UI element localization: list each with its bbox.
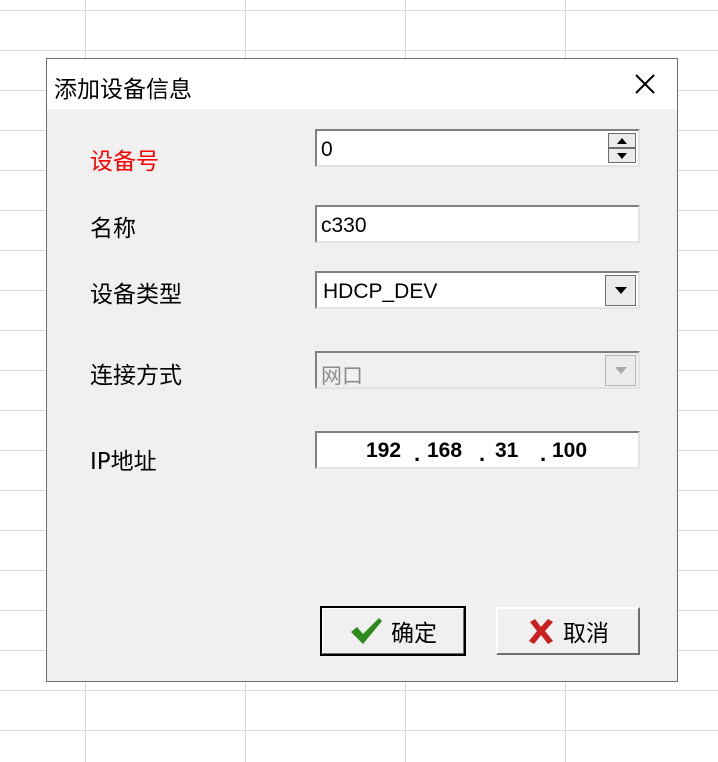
device-type-label: 设备类型 (90, 282, 182, 308)
close-button[interactable] (623, 66, 667, 102)
device-no-value: 0 (321, 138, 333, 161)
name-value: c330 (321, 214, 367, 237)
ip-separator: . (414, 441, 421, 466)
chevron-down-icon (614, 367, 627, 374)
add-device-dialog: 添加设备信息 设备号 0 名称 c330 设备类型 HDCP_DEV 连接方式 … (46, 58, 678, 682)
device-type-select[interactable]: HDCP_DEV (315, 271, 640, 309)
spin-down-button[interactable] (608, 148, 636, 163)
connection-select: 网口 (315, 351, 640, 389)
device-type-value: HDCP_DEV (323, 280, 438, 303)
name-input[interactable]: c330 (315, 205, 640, 243)
device-no-label: 设备号 (90, 149, 159, 175)
ip-separator: . (479, 441, 486, 466)
title-bar[interactable]: 添加设备信息 (47, 59, 677, 109)
cancel-button[interactable]: 取消 (496, 607, 640, 655)
ip-octet-3[interactable]: 31 (495, 439, 518, 463)
cross-icon (527, 617, 555, 645)
connection-dropdown-button (605, 355, 636, 386)
ip-octet-1[interactable]: 192 (366, 439, 401, 463)
arrow-down-icon (617, 152, 627, 159)
chevron-down-icon (614, 287, 627, 294)
device-type-dropdown-button[interactable] (605, 275, 636, 306)
ip-label: IP地址 (90, 449, 157, 475)
ok-button[interactable]: 确定 (320, 606, 466, 656)
connection-label: 连接方式 (90, 363, 182, 389)
ip-separator: . (540, 441, 547, 466)
ip-octet-4[interactable]: 100 (552, 439, 587, 463)
close-icon (635, 74, 655, 94)
ip-octet-2[interactable]: 168 (427, 439, 462, 463)
arrow-up-icon (617, 137, 627, 144)
spinner[interactable] (608, 133, 636, 163)
connection-value: 网口 (321, 365, 363, 388)
name-label: 名称 (90, 216, 136, 242)
ip-address-input[interactable]: 192 . 168 . 31 . 100 (315, 431, 640, 469)
ok-button-label: 确定 (391, 621, 437, 647)
cancel-button-label: 取消 (563, 621, 609, 647)
spin-up-button[interactable] (608, 133, 636, 148)
checkmark-icon (349, 616, 383, 646)
dialog-title: 添加设备信息 (54, 77, 192, 103)
device-no-spinbox[interactable]: 0 (315, 129, 640, 167)
